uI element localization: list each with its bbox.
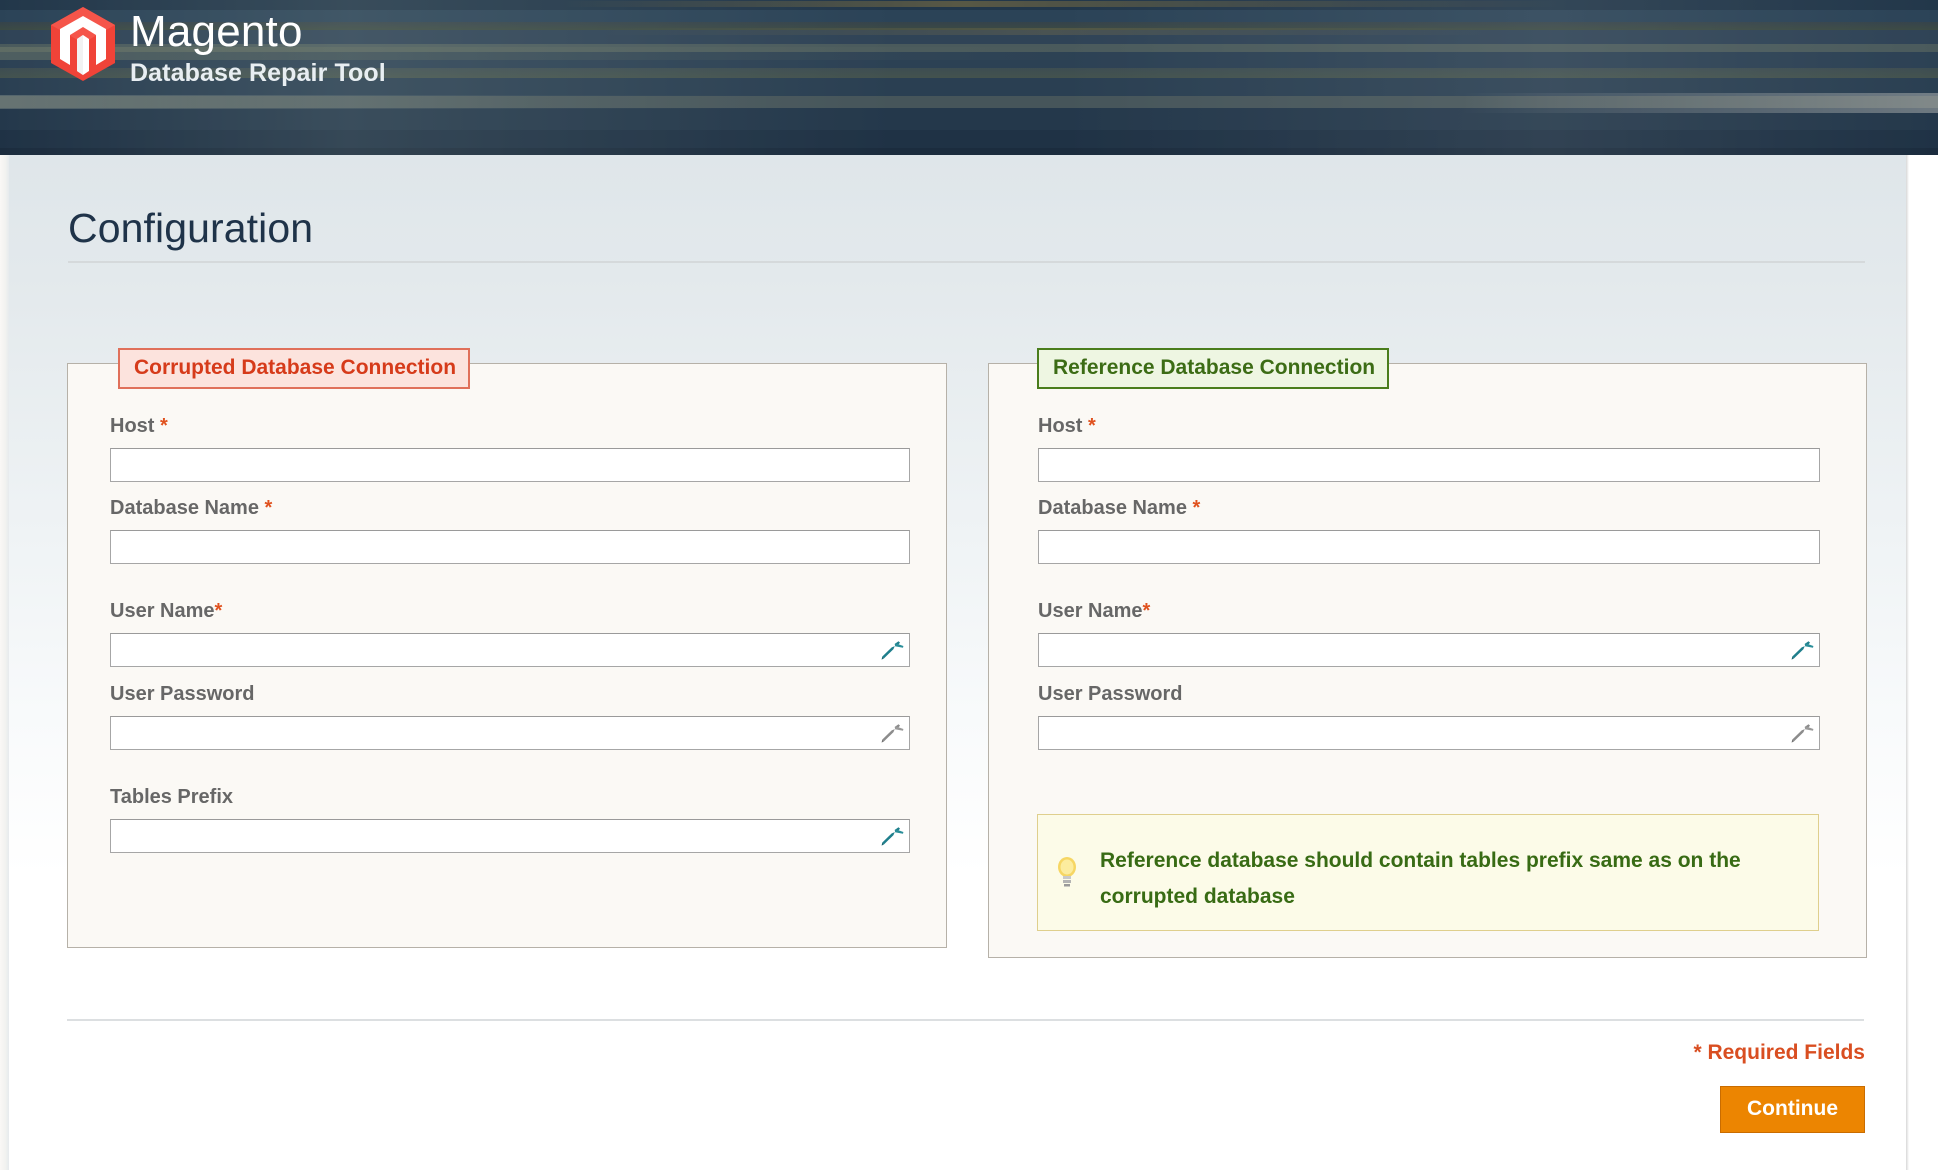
reference-database-name-input[interactable] (1038, 530, 1820, 564)
input-wrapper (110, 819, 910, 853)
input-wrapper (1038, 633, 1820, 667)
field-label: Database Name * (1038, 497, 1201, 519)
app-root: Magento Database Repair Tool Configurati… (0, 0, 1938, 1170)
notice-text: Reference database should contain tables… (1100, 849, 1741, 908)
field-label: User Password (1038, 683, 1183, 705)
magento-hexagon-logo-icon (48, 5, 118, 83)
field-reference-database-name: Database Name * (1038, 497, 1820, 564)
corrupted-database-legend: Corrupted Database Connection (118, 348, 471, 389)
app-header: Magento Database Repair Tool (0, 0, 1938, 155)
page-title: Configuration (68, 205, 314, 251)
field-corrupted-user-password: User Password (110, 683, 910, 750)
input-wrapper (1038, 716, 1820, 750)
required-asterisk: * (258, 497, 273, 519)
field-label: Tables Prefix (110, 786, 234, 808)
input-wrapper (110, 716, 910, 750)
field-label: Host * (1038, 415, 1096, 437)
right-white-strip (1906, 155, 1938, 1170)
field-label: User Name* (110, 600, 223, 622)
reference-host-input[interactable] (1038, 448, 1820, 482)
input-wrapper (110, 530, 910, 564)
brand-block: Magento Database Repair Tool (130, 8, 386, 88)
corrupted-user-name-input[interactable] (110, 633, 910, 667)
field-corrupted-database-name: Database Name * (110, 497, 910, 564)
field-corrupted-user-name: User Name* (110, 600, 910, 667)
corrupted-database-name-input[interactable] (110, 530, 910, 564)
brand-title: Magento (130, 7, 303, 56)
lightbulb-icon (1058, 857, 1076, 887)
header-streak (560, 1, 1560, 7)
field-label: Database Name * (110, 497, 273, 519)
field-reference-host: Host * (1038, 415, 1820, 482)
brand-subtitle: Database Repair Tool (130, 59, 386, 87)
corrupted-host-input[interactable] (110, 448, 910, 482)
field-reference-user-name: User Name* (1038, 600, 1820, 667)
corrupted-user-password-input[interactable] (110, 716, 910, 750)
required-asterisk: * (214, 600, 223, 622)
continue-button[interactable]: Continue (1720, 1086, 1865, 1133)
reference-user-name-input[interactable] (1038, 633, 1820, 667)
input-wrapper (110, 633, 910, 667)
field-corrupted-tables-prefix: Tables Prefix (110, 786, 910, 853)
header-streak (1460, 93, 1938, 113)
required-asterisk: * (1186, 497, 1201, 519)
field-corrupted-host: Host * (110, 415, 910, 482)
required-asterisk: * (1142, 600, 1151, 622)
footer-divider (67, 1019, 1864, 1021)
reference-prefix-notice: Reference database should contain tables… (1037, 814, 1819, 931)
required-fields-note: * Required Fields (1693, 1041, 1865, 1064)
input-wrapper (1038, 530, 1820, 564)
input-wrapper (110, 448, 910, 482)
field-reference-user-password: User Password (1038, 683, 1820, 750)
required-asterisk: * (154, 415, 168, 437)
header-streak (600, 28, 1500, 35)
corrupted-tables-prefix-input[interactable] (110, 819, 910, 853)
required-asterisk: * (1082, 415, 1096, 437)
title-divider (68, 261, 1865, 263)
header-streak (0, 95, 780, 109)
field-label: User Password (110, 683, 255, 705)
field-label: Host * (110, 415, 168, 437)
left-edge-strip (0, 155, 9, 1170)
field-label: User Name* (1038, 600, 1151, 622)
input-wrapper (1038, 448, 1820, 482)
reference-user-password-input[interactable] (1038, 716, 1820, 750)
reference-database-legend: Reference Database Connection (1037, 348, 1390, 389)
